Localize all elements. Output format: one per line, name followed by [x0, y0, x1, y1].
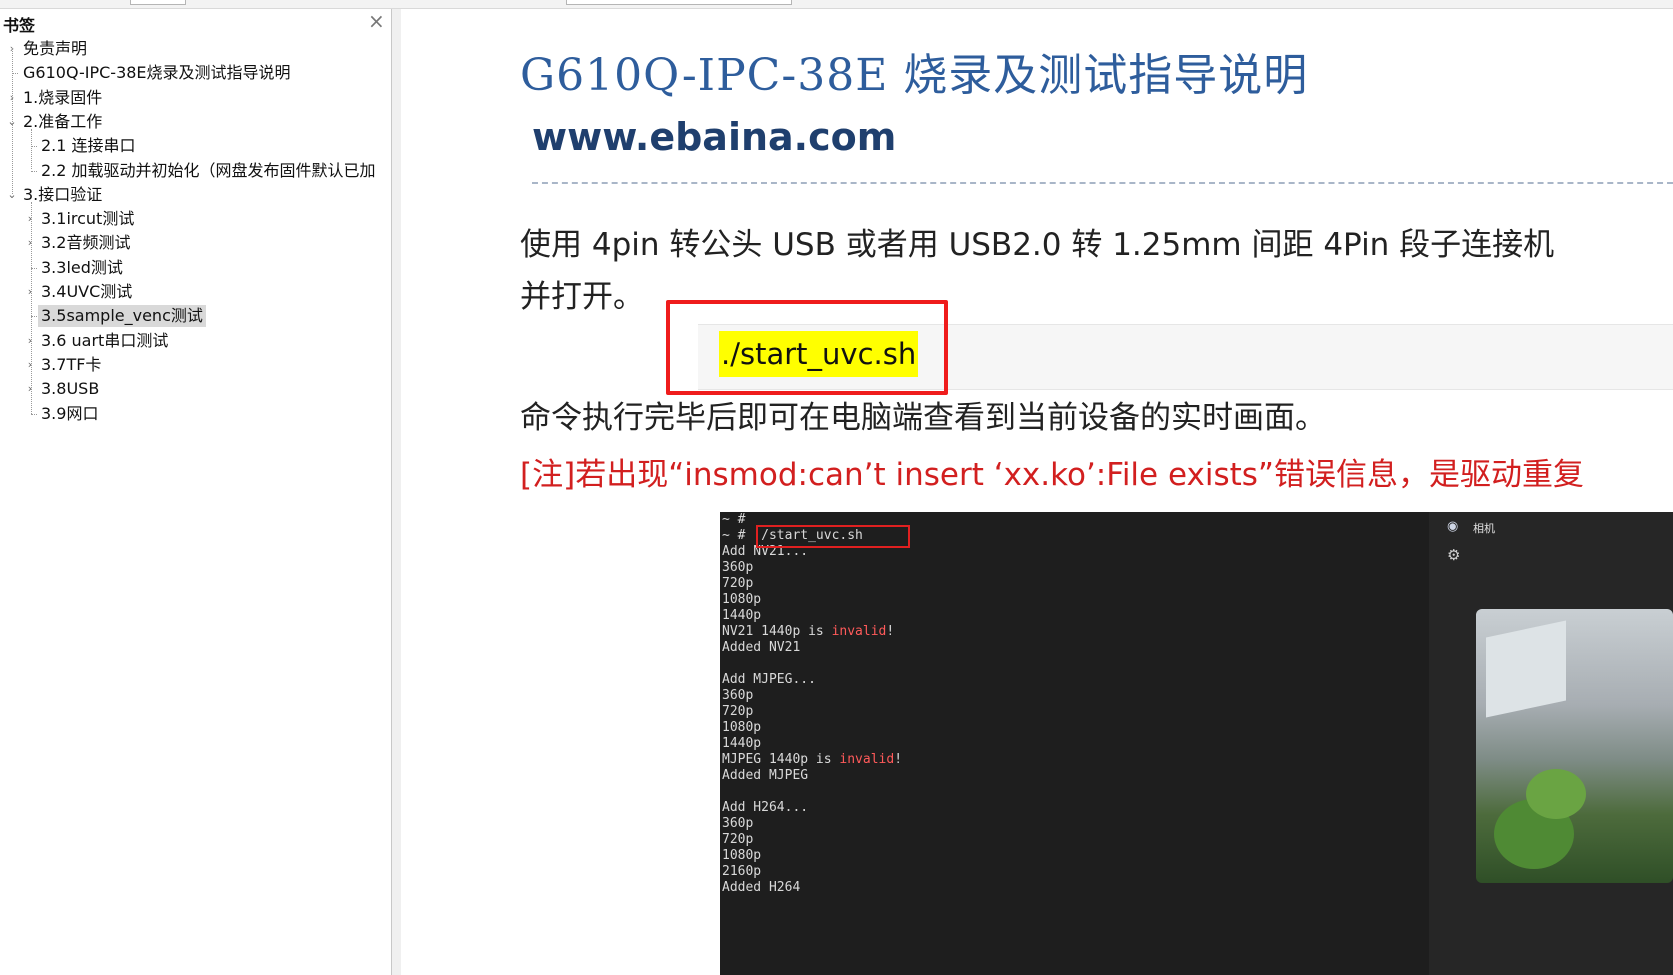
terminal-line: 720p	[722, 832, 754, 847]
bookmark-label: 3.7TF卡	[41, 354, 102, 374]
terminal-line: 1080p	[722, 592, 762, 607]
tree-connector	[31, 170, 37, 172]
bookmark-item[interactable]: › 免责声明	[0, 38, 391, 62]
terminal-line: 1440p	[722, 608, 762, 623]
tree-guide-line	[12, 48, 13, 194]
bookmark-label: 2.准备工作	[23, 111, 103, 131]
bookmark-item[interactable]: › 3.8USB	[0, 378, 391, 402]
bookmark-item[interactable]: › 3.2音频测试	[0, 232, 391, 256]
document-page: G610Q-IPC-38E 烧录及测试指导说明 www.ebaina.com 使…	[402, 9, 1673, 975]
terminal-line: Add H264...	[722, 800, 809, 815]
bookmark-item[interactable]: G610Q-IPC-38E烧录及测试指导说明	[0, 62, 391, 86]
bookmark-label: 3.3led测试	[41, 257, 123, 277]
bookmark-label: 1.烧录固件	[23, 87, 103, 107]
bookmark-item[interactable]: ⌄ 2.准备工作	[0, 111, 391, 135]
bookmark-label: G610Q-IPC-38E烧录及测试指导说明	[23, 63, 291, 83]
terminal-highlight-box	[756, 525, 910, 548]
expand-chevron-icon[interactable]: ›	[24, 330, 36, 352]
bookmarks-panel: 书签 × › 免责声明 G610Q-IPC-38E烧录及测试指导说明 › 1.烧录固件 ⌄…	[0, 9, 392, 975]
result-text: 命令执行完毕后即可在电脑端查看到当前设备的实时画面。	[520, 400, 1326, 436]
bookmark-label: 3.4UVC测试	[41, 282, 133, 301]
bookmarks-title: 书签	[3, 16, 36, 35]
preview-plant-shape	[1526, 769, 1586, 819]
document-url-logo: www.ebaina.com	[532, 115, 897, 159]
bookmark-item[interactable]: 3.5sample_venc测试	[0, 305, 391, 329]
terminal-line: NV21 1440p is invalid!	[722, 624, 895, 639]
tree-guide-line	[31, 128, 32, 170]
preview-window-shape	[1486, 620, 1566, 718]
top-tab-strip	[0, 0, 1673, 9]
terminal-line: Added MJPEG	[722, 768, 809, 783]
note-text: [注]若出现“insmod:can’t insert ‘xx.ko’:File …	[520, 457, 1584, 493]
terminal-line: 1440p	[722, 736, 762, 751]
panel-splitter[interactable]	[392, 9, 401, 975]
bookmark-item[interactable]: 2.1 连接串口	[0, 135, 391, 159]
tab-indicator[interactable]	[566, 0, 792, 5]
terminal-line: 720p	[722, 576, 754, 591]
terminal-line: 720p	[722, 704, 754, 719]
instruction-line-1: 使用 4pin 转公头 USB 或者用 USB2.0 转 1.25mm 间距 4…	[520, 227, 1555, 263]
highlight-box	[666, 300, 948, 395]
expand-chevron-icon[interactable]: ›	[24, 232, 36, 254]
terminal-line: 360p	[722, 816, 754, 831]
bookmark-label: 免责声明	[23, 39, 88, 58]
header-divider	[532, 182, 1673, 184]
bookmark-label: 3.1ircut测试	[41, 209, 135, 229]
camera-icon: ◉	[1447, 519, 1459, 534]
bookmark-item[interactable]: › 1.烧录固件	[0, 87, 391, 111]
terminal-line: Added H264	[722, 880, 801, 895]
expand-chevron-icon[interactable]: ›	[24, 378, 36, 400]
terminal-screenshot: ~ # ~ # ./start_uvc.sh Add NV21... 360p 720p…	[720, 512, 1673, 975]
terminal-line: 360p	[722, 688, 754, 703]
document-title: G610Q-IPC-38E 烧录及测试指导说明	[520, 50, 1309, 101]
bookmark-item[interactable]: › 3.6 uart串口测试	[0, 330, 391, 354]
bookmarks-header: 书签 ×	[0, 9, 391, 35]
close-icon[interactable]: ×	[368, 11, 385, 31]
terminal-output: ~ # ~ # ./start_uvc.sh Add NV21... 360p 720p…	[722, 512, 902, 896]
terminal-line: 1080p	[722, 848, 762, 863]
terminal-line: 2160p	[722, 864, 762, 879]
bookmark-label: 3.6 uart串口测试	[41, 330, 169, 350]
terminal-line: Add MJPEG...	[722, 672, 816, 687]
expand-chevron-icon[interactable]: ›	[24, 208, 36, 230]
bookmark-label: 2.2 加载驱动并初始化（网盘发布固件默认已加	[41, 160, 376, 180]
terminal-line: 1080p	[722, 720, 762, 735]
camera-preview-image	[1476, 609, 1673, 883]
bookmark-item[interactable]: › 3.7TF卡	[0, 354, 391, 378]
bookmark-label: 3.5sample_venc测试	[38, 305, 206, 328]
bookmark-label: 3.接口验证	[23, 184, 103, 204]
camera-app-panel: ◉ 相机 ⚙	[1429, 512, 1673, 975]
bookmark-label: 3.8USB	[41, 379, 100, 399]
tab-indicator[interactable]	[130, 0, 186, 5]
bookmark-item[interactable]: 3.9网口	[0, 403, 391, 427]
gear-icon: ⚙	[1447, 546, 1461, 564]
tree-guide-line	[31, 201, 32, 415]
bookmark-item[interactable]: 2.2 加载驱动并初始化（网盘发布固件默认已加	[0, 160, 391, 184]
instruction-line-2: 并打开。	[520, 279, 644, 315]
bookmark-label: 3.9网口	[41, 403, 99, 423]
terminal-line: Added NV21	[722, 640, 801, 655]
bookmark-label: 3.2音频测试	[41, 233, 131, 253]
bookmark-item[interactable]: › 3.1ircut测试	[0, 208, 391, 232]
expand-chevron-icon[interactable]: ›	[24, 281, 36, 303]
bookmark-item[interactable]: 3.3led测试	[0, 257, 391, 281]
camera-app-label: 相机	[1473, 522, 1495, 535]
expand-chevron-icon[interactable]: ›	[24, 354, 36, 376]
bookmark-item[interactable]: › 3.4UVC测试	[0, 281, 391, 305]
bookmark-item[interactable]: ⌄ 3.接口验证	[0, 184, 391, 208]
terminal-line: MJPEG 1440p is invalid!	[722, 752, 903, 767]
bookmark-label: 2.1 连接串口	[41, 136, 136, 156]
terminal-line: 360p	[722, 560, 754, 575]
